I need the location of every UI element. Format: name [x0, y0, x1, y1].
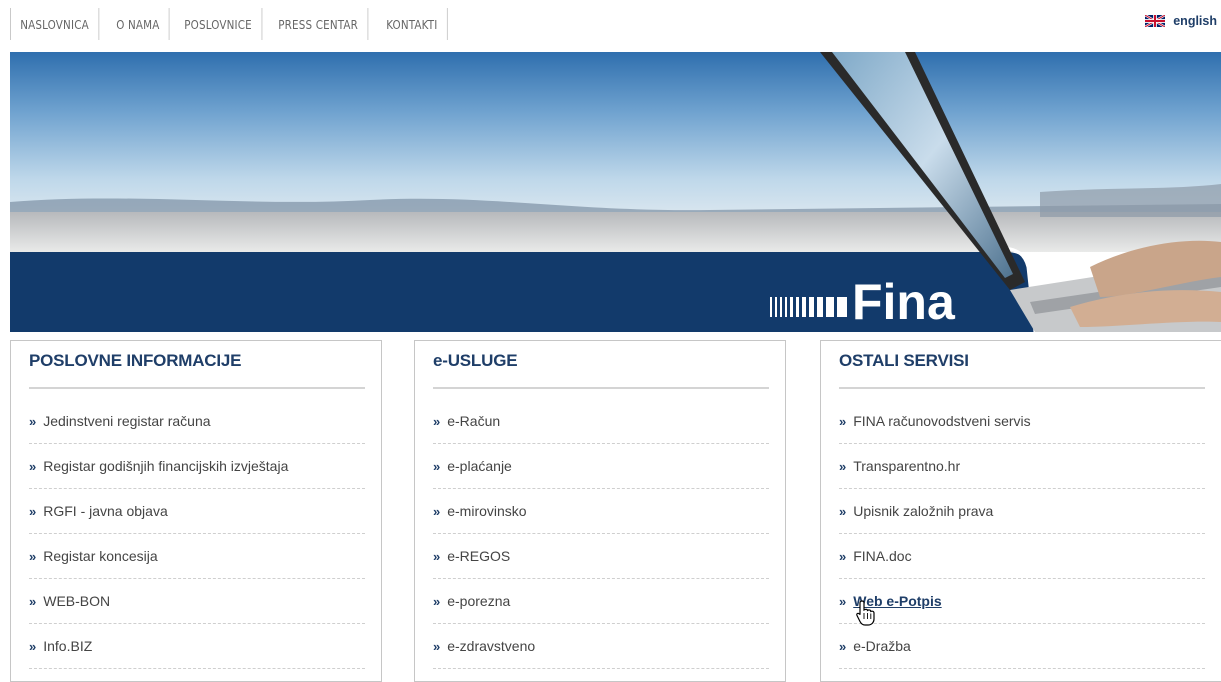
list-item: » Jedinstveni registar računa — [29, 399, 365, 444]
hero-banner: Fina — [10, 52, 1221, 332]
link-e-porezna[interactable]: e-porezna — [447, 593, 510, 609]
arrow-icon: » — [433, 638, 441, 654]
arrow-icon: » — [839, 413, 847, 429]
arrow-icon: » — [839, 503, 847, 519]
list-item: » Registar koncesija — [29, 534, 365, 579]
divider — [29, 387, 365, 389]
link-fina-doc[interactable]: FINA.doc — [853, 548, 911, 564]
link-e-zdravstveno[interactable]: e-zdravstveno — [447, 638, 535, 654]
link-upisnik-zaloznih[interactable]: Upisnik založnih prava — [853, 503, 993, 519]
nav-item-poslovnice[interactable]: POSLOVNICE — [175, 8, 262, 40]
list-item: » FINA.doc — [839, 534, 1205, 579]
list-item: » e-Dražba — [839, 624, 1205, 669]
column-title: OSTALI SERVISI — [839, 351, 969, 370]
arrow-icon: » — [29, 503, 37, 519]
nav-item-naslovnica[interactable]: NASLOVNICA — [11, 8, 100, 40]
column-poslovne-informacije: POSLOVNE INFORMACIJE » Jedinstveni regist… — [10, 340, 382, 682]
arrow-icon: » — [433, 503, 441, 519]
divider — [433, 387, 769, 389]
arrow-icon: » — [839, 548, 847, 564]
list-item: » e-plaćanje — [433, 444, 769, 489]
fina-logo-text: Fina — [852, 274, 956, 330]
arrow-icon: » — [433, 548, 441, 564]
list-item: » e-zdravstveno — [433, 624, 769, 669]
link-registar-godisnjih[interactable]: Registar godišnjih financijskih izvješta… — [43, 458, 288, 474]
divider — [839, 387, 1205, 389]
list-item: » Registar godišnjih financijskih izvješt… — [29, 444, 365, 489]
top-navigation: NASLOVNICA O NAMA POSLOVNICE PRESS CENTA… — [10, 8, 454, 40]
link-e-regos[interactable]: e-REGOS — [447, 548, 510, 564]
column-title: e-USLUGE — [433, 351, 518, 370]
link-transparentno[interactable]: Transparentno.hr — [853, 458, 960, 474]
arrow-icon: » — [29, 548, 37, 564]
list-item: » WEB-BON — [29, 579, 365, 624]
link-e-drazba[interactable]: e-Dražba — [853, 638, 911, 654]
banner-image: Fina — [10, 52, 1221, 332]
arrow-icon: » — [839, 638, 847, 654]
uk-flag-icon — [1145, 15, 1166, 27]
link-web-bon[interactable]: WEB-BON — [43, 593, 110, 609]
arrow-icon: » — [29, 593, 37, 609]
link-info-biz[interactable]: Info.BIZ — [43, 638, 92, 654]
arrow-icon: » — [839, 593, 847, 609]
link-e-placanje[interactable]: e-plaćanje — [447, 458, 512, 474]
arrow-icon: » — [433, 413, 441, 429]
arrow-icon: » — [29, 638, 37, 654]
language-switch[interactable]: english — [1145, 14, 1217, 28]
list-item: » Web e-Potpis — [839, 579, 1205, 624]
list-item: » Info.BIZ — [29, 624, 365, 669]
list-item: » FINA računovodstveni servis — [839, 399, 1205, 444]
list-item: » e-REGOS — [433, 534, 769, 579]
column-ostali-servisi: OSTALI SERVISI » FINA računovodstveni ser… — [820, 340, 1221, 682]
link-registar-koncesija[interactable]: Registar koncesija — [43, 548, 157, 564]
link-e-mirovinsko[interactable]: e-mirovinsko — [447, 503, 526, 519]
link-list: » Jedinstveni registar računa » Registar g… — [29, 399, 365, 669]
link-rgfi[interactable]: RGFI - javna objava — [43, 503, 168, 519]
list-item: » RGFI - javna objava — [29, 489, 365, 534]
nav-item-press-centar[interactable]: PRESS CENTAR — [269, 8, 369, 40]
language-label: english — [1173, 14, 1217, 28]
nav-item-o-nama[interactable]: O NAMA — [107, 8, 170, 40]
link-e-racun[interactable]: e-Račun — [447, 413, 500, 429]
column-title: POSLOVNE INFORMACIJE — [29, 351, 242, 370]
list-item: » e-porezna — [433, 579, 769, 624]
arrow-icon: » — [29, 458, 37, 474]
link-list: » e-Račun » e-plaćanje » e-mirovinsko » e-RE… — [433, 399, 769, 669]
arrow-icon: » — [839, 458, 847, 474]
column-e-usluge: e-USLUGE » e-Račun » e-plaćanje » e-mirovin… — [414, 340, 786, 682]
link-jedinstveni-registar[interactable]: Jedinstveni registar računa — [43, 413, 210, 429]
list-item: » e-mirovinsko — [433, 489, 769, 534]
list-item: » Upisnik založnih prava — [839, 489, 1205, 534]
arrow-icon: » — [433, 458, 441, 474]
link-list: » FINA računovodstveni servis » Transparen… — [839, 399, 1205, 669]
arrow-icon: » — [433, 593, 441, 609]
list-item: » Transparentno.hr — [839, 444, 1205, 489]
arrow-icon: » — [29, 413, 37, 429]
list-item: » e-Račun — [433, 399, 769, 444]
link-fina-racunovodstveni[interactable]: FINA računovodstveni servis — [853, 413, 1030, 429]
link-web-e-potpis[interactable]: Web e-Potpis — [853, 593, 941, 609]
nav-item-kontakti[interactable]: KONTAKTI — [377, 8, 448, 40]
